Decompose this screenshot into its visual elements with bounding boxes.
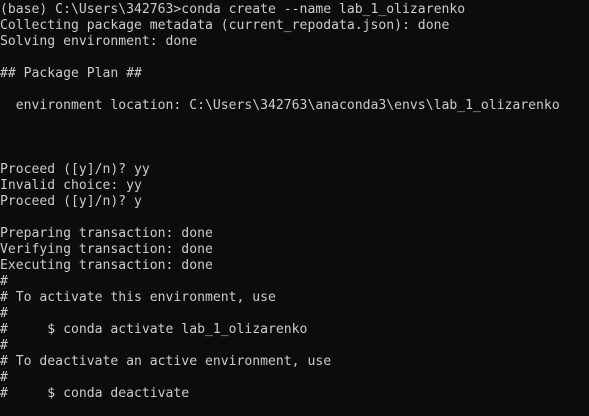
console-line-verifying: Verifying transaction: done xyxy=(0,242,213,257)
console-line-solving: Solving environment: done xyxy=(0,34,198,49)
console-line-activate-hint: # To activate this environment, use xyxy=(0,290,276,305)
console-line-blank xyxy=(0,210,589,226)
console-line-blank xyxy=(0,146,589,162)
console-line-activate-command: # $ conda activate lab_1_olizarenko xyxy=(0,322,308,337)
terminal-output[interactable]: (base) C:\Users\342763>conda create --na… xyxy=(0,0,589,416)
console-line-deactivate-hint: # To deactivate an active environment, u… xyxy=(0,354,332,369)
console-line-deactivate-command: # $ conda deactivate xyxy=(0,386,190,401)
console-line-blank xyxy=(0,50,589,66)
console-line-blank xyxy=(0,130,589,146)
console-line-executing: Executing transaction: done xyxy=(0,258,213,273)
console-line-invalid-choice: Invalid choice: yy xyxy=(0,178,142,193)
console-line-blank xyxy=(0,114,589,130)
console-line-comment: # xyxy=(0,370,8,385)
console-line-preparing: Preparing transaction: done xyxy=(0,226,213,241)
console-line-env-location: environment location: C:\Users\342763\an… xyxy=(0,98,560,113)
console-line-proceed-yy: Proceed ([y]/n)? yy xyxy=(0,162,150,177)
console-line-comment: # xyxy=(0,274,8,289)
console-line-command: (base) C:\Users\342763>conda create --na… xyxy=(0,2,466,17)
console-line-collecting: Collecting package metadata (current_rep… xyxy=(0,18,450,33)
console-line-comment: # xyxy=(0,306,8,321)
console-line-package-plan: ## Package Plan ## xyxy=(0,66,142,81)
console-line-proceed-y: Proceed ([y]/n)? y xyxy=(0,194,142,209)
console-line-blank xyxy=(0,82,589,98)
console-line-comment: # xyxy=(0,338,8,353)
